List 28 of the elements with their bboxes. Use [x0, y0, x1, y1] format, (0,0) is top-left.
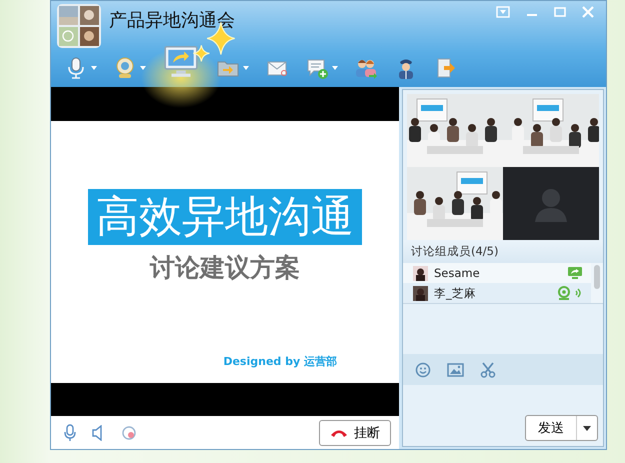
caret-icon[interactable]: [91, 66, 97, 70]
member-name: 李_芝麻: [434, 286, 477, 300]
scissors-icon[interactable]: [480, 362, 496, 378]
avatar-icon: [413, 266, 428, 280]
phone-icon: [330, 428, 348, 438]
caret-icon[interactable]: [140, 66, 146, 70]
caret-icon: [583, 426, 591, 430]
group-avatar-icon: [57, 4, 101, 48]
caret-icon[interactable]: [243, 66, 249, 70]
sound-wave-icon: [575, 287, 583, 299]
close-icon[interactable]: [582, 6, 594, 18]
menu-icon[interactable]: [496, 6, 510, 18]
member-row[interactable]: 李_芝麻: [403, 283, 591, 303]
record-icon[interactable]: [121, 424, 137, 440]
scrollbar-thumb[interactable]: [594, 265, 600, 289]
member-row[interactable]: Sesame: [403, 263, 591, 283]
smiley-icon[interactable]: [415, 362, 431, 378]
avatar-icon: [413, 286, 428, 300]
microphone-icon[interactable]: [63, 424, 77, 442]
slide-subtitle: 讨论建议方案: [150, 252, 300, 284]
slide-credit: Designed by 运营部: [223, 354, 337, 368]
slide-title: 高效异地沟通: [88, 188, 362, 244]
caret-icon[interactable]: [332, 66, 338, 70]
image-icon[interactable]: [447, 362, 464, 376]
members-heading: 讨论组成员(4/5): [411, 244, 498, 258]
hang-up-button[interactable]: 挂断: [319, 420, 391, 446]
member-name: Sesame: [434, 266, 481, 280]
maximize-icon[interactable]: [554, 6, 566, 18]
